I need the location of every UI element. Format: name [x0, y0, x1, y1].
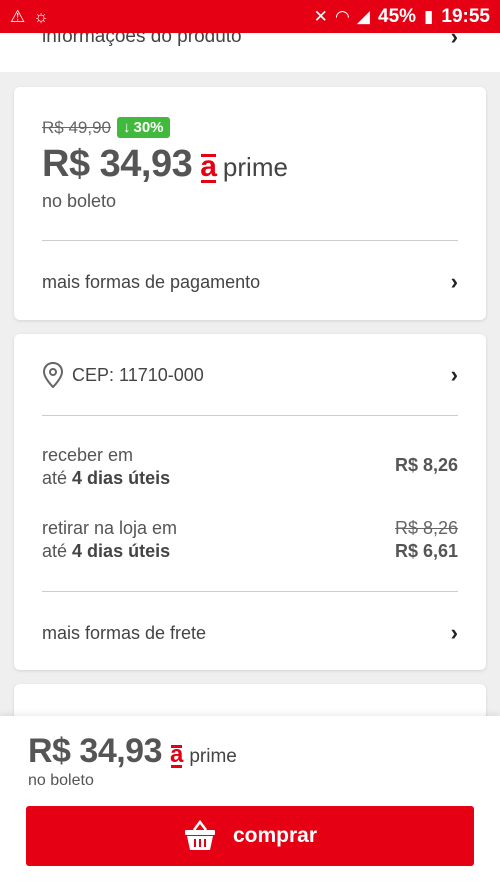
more-shipping-link[interactable]: mais formas de frete › — [42, 620, 458, 646]
bottom-payment-note: no boleto — [28, 772, 94, 789]
prime-badge: a prime — [170, 743, 237, 768]
mute-icon: ✕ — [313, 6, 328, 26]
battery-percent: 45% — [378, 5, 417, 27]
more-payment-label: mais formas de pagamento — [42, 271, 261, 292]
prime-logo-icon: a — [170, 741, 184, 768]
price-value: R$ 34,93 — [42, 143, 193, 185]
cast-icon: ☼ — [33, 6, 49, 26]
divider — [42, 415, 458, 416]
discount-value: 30% — [133, 119, 164, 136]
chevron-right-icon: › — [450, 362, 458, 387]
wifi-icon: ◠ — [335, 6, 349, 26]
more-shipping-label: mais formas de frete — [42, 622, 207, 643]
chevron-right-icon: › — [450, 269, 458, 294]
discount-badge: ↓ 30% — [117, 117, 170, 138]
old-price: R$ 49,90 — [42, 117, 111, 137]
more-payment-link[interactable]: mais formas de pagamento › — [42, 269, 458, 295]
signal-icon: ◢ — [356, 6, 370, 26]
option-title: retirar na loja em — [42, 518, 178, 538]
prime-logo-icon: a — [200, 150, 217, 183]
cep-row[interactable]: CEP: 11710-000 › — [42, 362, 458, 388]
payment-note: no boleto — [42, 191, 117, 211]
prime-label: prime — [189, 746, 237, 767]
divider — [42, 591, 458, 592]
price-card: R$ 49,90 ↓ 30% R$ 34,93 a prime no bolet… — [14, 87, 486, 320]
cep-label: CEP: 11710-000 — [72, 364, 204, 385]
shipping-option-pickup[interactable]: retirar na loja em até 4 dias úteis R$ 8… — [42, 517, 458, 563]
basket-icon — [184, 820, 215, 850]
shipping-option-delivery[interactable]: receber em até 4 dias úteis R$ 8,26 — [42, 444, 458, 490]
buy-button[interactable]: comprar — [26, 806, 474, 866]
option-eta: 4 dias úteis — [72, 468, 171, 488]
shipping-card: CEP: 11710-000 › receber em até 4 dias ú… — [14, 334, 486, 670]
option-old-price: R$ 8,26 — [394, 518, 458, 538]
option-title: receber em — [42, 445, 134, 465]
bottom-buy-bar: R$ 34,93 a prime no boleto comprar — [0, 716, 500, 889]
arrow-down-icon: ↓ — [123, 119, 131, 136]
buy-label: comprar — [232, 824, 318, 847]
option-price: R$ 6,61 — [394, 541, 458, 561]
status-bar: ⚠ ☼ ✕ ◠ ◢ 45% ▮ 19:55 — [0, 0, 500, 33]
chevron-right-icon: › — [450, 620, 458, 645]
option-price: R$ 8,26 — [394, 455, 458, 475]
prime-label: prime — [222, 152, 288, 182]
prime-badge: a prime — [200, 152, 288, 183]
divider — [42, 240, 458, 241]
location-pin-icon — [42, 362, 64, 388]
clock: 19:55 — [441, 5, 490, 27]
option-prefix: até — [42, 468, 68, 488]
battery-icon: ▮ — [424, 6, 434, 26]
option-eta: 4 dias úteis — [72, 541, 171, 561]
warning-icon: ⚠ — [10, 6, 26, 26]
bottom-price-value: R$ 34,93 — [28, 732, 163, 770]
option-prefix: até — [42, 541, 68, 561]
